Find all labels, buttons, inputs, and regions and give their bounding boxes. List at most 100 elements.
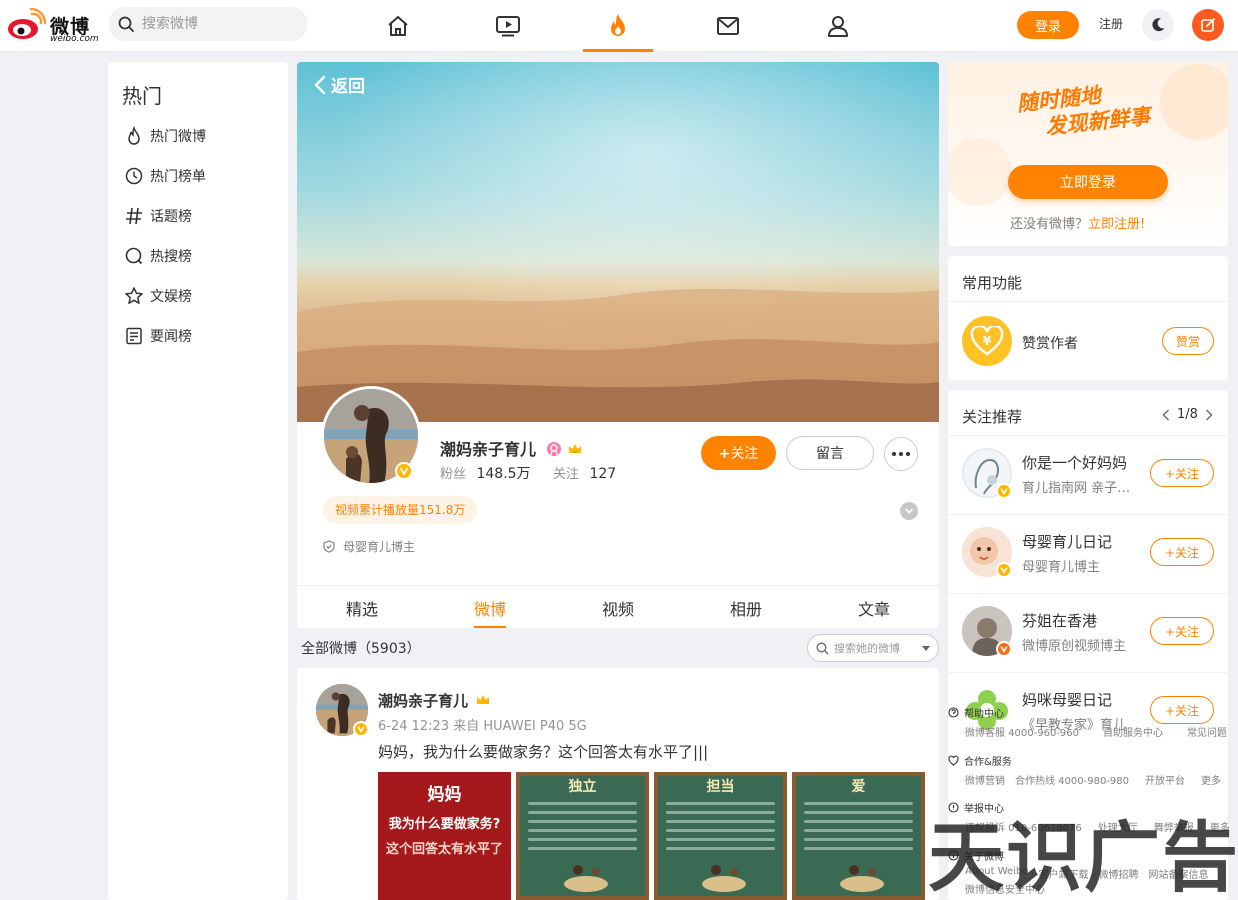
post-meta[interactable]: 6-24 12:23 来自 HUAWEI P40 5G bbox=[378, 715, 587, 734]
post-image-1[interactable]: 妈妈 我为什么要做家务? 这个回答太有水平了 bbox=[378, 772, 511, 900]
sidebar-item-hot-list[interactable]: 热门榜单 bbox=[124, 164, 206, 188]
hashtag-icon bbox=[126, 207, 142, 225]
post-text[interactable]: 妈妈，我为什么要做家务？这个回答太有水平了||| bbox=[378, 741, 708, 762]
fans-count[interactable]: 148.5万 bbox=[476, 466, 530, 482]
recommend-name[interactable]: 母婴育儿日记 bbox=[1022, 531, 1112, 552]
pager-text: 1/8 bbox=[1177, 407, 1198, 422]
footer-link[interactable]: 更多 bbox=[1201, 772, 1221, 787]
nav-home[interactable] bbox=[363, 0, 433, 52]
footer-link[interactable]: 微博客服 4000-960-960 bbox=[965, 724, 1079, 739]
reward-button[interactable]: 赞赏 bbox=[1162, 327, 1214, 355]
more-options-button[interactable] bbox=[884, 437, 918, 471]
post-author[interactable]: 潮妈亲子育儿 bbox=[378, 690, 491, 711]
recommend-follow-label: 关注 bbox=[1175, 545, 1200, 560]
tab-weibo[interactable]: 微博 bbox=[474, 596, 507, 628]
register-link[interactable]: 注册 bbox=[1099, 15, 1123, 32]
profile-tabs: 精选 微博 视频 相册 文章 bbox=[297, 585, 939, 628]
crown-icon[interactable] bbox=[567, 441, 583, 457]
sidebar-item-hot-search[interactable]: 热搜榜 bbox=[124, 244, 192, 268]
post-author-name[interactable]: 潮妈亲子育儿 bbox=[378, 692, 468, 710]
crown-icon[interactable] bbox=[475, 692, 491, 708]
compose-button[interactable] bbox=[1192, 9, 1224, 41]
pink-medal-icon[interactable] bbox=[546, 441, 562, 457]
tab-video[interactable]: 视频 bbox=[602, 596, 634, 620]
nav-profile[interactable] bbox=[803, 0, 873, 52]
sidebar-item-label: 热门微博 bbox=[150, 129, 206, 145]
post-card: 潮妈亲子育儿 6-24 12:23 来自 HUAWEI P40 5G 妈妈，我为… bbox=[297, 668, 939, 900]
watermark-text: 天识广告 bbox=[928, 813, 1238, 900]
footer-help[interactable]: 帮助中心 bbox=[948, 705, 1004, 720]
shield-icon bbox=[323, 540, 335, 553]
home-icon bbox=[388, 16, 408, 36]
user-icon bbox=[828, 16, 848, 37]
post-image-title: 妈妈 bbox=[427, 785, 462, 805]
plus-icon: + bbox=[1164, 545, 1176, 560]
weibo-logo[interactable]: 微博 weibo.com bbox=[6, 6, 99, 46]
back-button[interactable]: 返回 bbox=[313, 72, 365, 97]
svg-text:¥: ¥ bbox=[983, 334, 992, 348]
footer-coop-title: 合作&服务 bbox=[964, 757, 1012, 768]
sidebar-item-entertainment[interactable]: 文娱榜 bbox=[124, 284, 192, 308]
recommend-pager: 1/8 bbox=[1155, 407, 1220, 422]
reward-heart-icon[interactable]: ¥ bbox=[962, 316, 1012, 366]
verified-badge-icon bbox=[996, 641, 1012, 657]
cover-image: 返回 bbox=[297, 62, 939, 422]
tab-featured[interactable]: 精选 bbox=[346, 596, 378, 620]
tab-articles[interactable]: 文章 bbox=[858, 596, 890, 620]
nav-messages[interactable] bbox=[693, 0, 763, 52]
search-box[interactable] bbox=[108, 7, 308, 41]
register-now-link[interactable]: 立即注册! bbox=[1088, 217, 1145, 232]
recommend-follow-button[interactable]: +关注 bbox=[1150, 538, 1214, 566]
sidebar-item-label: 热搜榜 bbox=[150, 249, 192, 265]
recommend-follow-button[interactable]: +关注 bbox=[1150, 617, 1214, 645]
profile-role-text: 母婴育儿博主 bbox=[343, 540, 416, 554]
recommend-desc: 母婴育儿博主 bbox=[1022, 560, 1101, 575]
reward-author-label[interactable]: 赞赏作者 bbox=[1022, 333, 1078, 353]
expand-info-button[interactable] bbox=[900, 502, 918, 520]
search-input[interactable] bbox=[142, 7, 302, 41]
footer-link[interactable]: 微博营销 bbox=[965, 772, 1005, 787]
login-promo-card: 随时随地 发现新鲜事 立即登录 还没有微博？立即注册! bbox=[948, 62, 1228, 246]
following-count[interactable]: 127 bbox=[589, 466, 616, 482]
brand-domain: weibo.com bbox=[50, 34, 99, 44]
post-image-3[interactable]: 担当 bbox=[654, 772, 787, 900]
follow-button[interactable]: +关注 bbox=[701, 436, 776, 470]
login-now-button[interactable]: 立即登录 bbox=[1008, 165, 1168, 199]
recommend-follow-label: 关注 bbox=[1175, 624, 1200, 639]
recommend-follow-button[interactable]: +关注 bbox=[1150, 459, 1214, 487]
dark-mode-toggle[interactable] bbox=[1142, 9, 1174, 41]
login-button[interactable]: 登录 bbox=[1017, 11, 1079, 39]
footer-link[interactable]: 自助服务中心 bbox=[1103, 724, 1163, 739]
post-image-2[interactable]: 独立 bbox=[516, 772, 649, 900]
sidebar-item-label: 话题榜 bbox=[150, 209, 192, 225]
news-icon bbox=[126, 327, 142, 345]
nav-video[interactable] bbox=[473, 0, 543, 52]
alert-icon bbox=[948, 802, 959, 813]
sidebar-item-label: 文娱榜 bbox=[150, 289, 192, 305]
compose-icon bbox=[1201, 18, 1215, 32]
profile-post-search[interactable] bbox=[807, 634, 939, 662]
recommend-follow-label: 关注 bbox=[1175, 466, 1200, 481]
sidebar-item-topics[interactable]: 话题榜 bbox=[124, 204, 192, 228]
recommend-name[interactable]: 芬姐在香港 bbox=[1022, 610, 1097, 631]
clock-icon bbox=[125, 167, 143, 185]
sidebar-item-news[interactable]: 要闻榜 bbox=[124, 324, 192, 348]
message-button[interactable]: 留言 bbox=[786, 436, 874, 470]
recommend-item: 你是一个好妈妈 育儿指南网 亲子育儿 +关注 bbox=[948, 435, 1228, 514]
weibo-eye-icon bbox=[8, 8, 46, 39]
caret-down-icon[interactable] bbox=[922, 646, 930, 651]
post-image-4[interactable]: 爱 bbox=[792, 772, 925, 900]
nav-hot[interactable] bbox=[583, 0, 653, 52]
footer-link[interactable]: 开放平台 bbox=[1145, 772, 1185, 787]
profile-post-search-input[interactable] bbox=[834, 635, 922, 661]
following-label: 关注 bbox=[553, 467, 580, 482]
chevron-left-icon[interactable] bbox=[1162, 409, 1170, 421]
footer-coop[interactable]: 合作&服务 bbox=[948, 753, 1012, 768]
footer-link[interactable]: 合作热线 4000-980-980 bbox=[1015, 772, 1129, 787]
recommend-name[interactable]: 你是一个好妈妈 bbox=[1022, 452, 1127, 473]
sidebar-item-hot-weibo[interactable]: 热门微博 bbox=[124, 124, 206, 148]
plus-icon: + bbox=[1164, 624, 1176, 639]
footer-link[interactable]: 常见问题 bbox=[1187, 724, 1227, 739]
tab-album[interactable]: 相册 bbox=[730, 596, 762, 620]
chevron-right-icon[interactable] bbox=[1205, 409, 1213, 421]
